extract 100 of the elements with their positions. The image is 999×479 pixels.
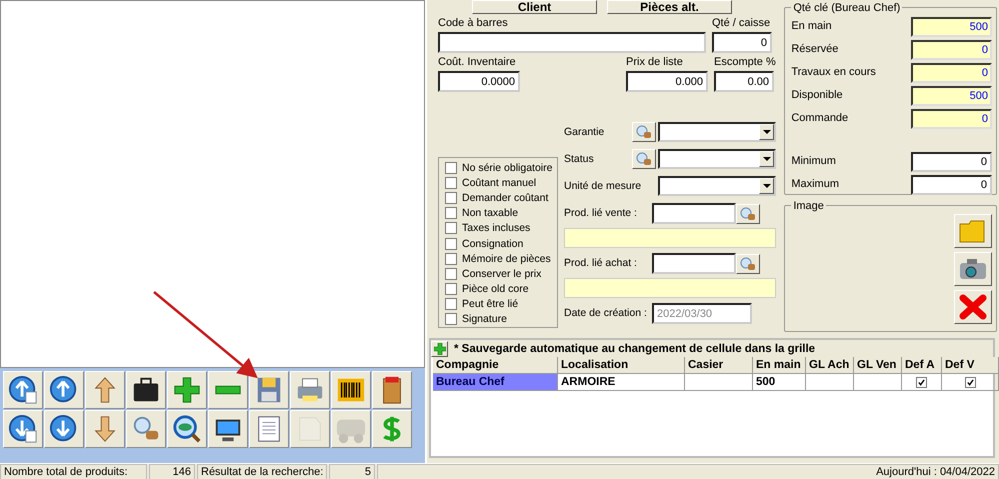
checkbox[interactable]: [445, 298, 457, 310]
dropdown[interactable]: [658, 122, 776, 142]
field-label: Travaux en cours: [791, 66, 876, 79]
table-cell: ARMOIRE: [558, 374, 685, 391]
toolbar-button[interactable]: [372, 371, 412, 409]
field-label: Prod. lié achat :: [564, 257, 638, 270]
magnifier-icon: [740, 256, 756, 270]
checkbox[interactable]: [445, 207, 457, 220]
checkbox[interactable]: [445, 238, 457, 250]
checkbox[interactable]: [445, 283, 457, 296]
checkbox-label: Peut être lié: [462, 298, 518, 310]
checkbox-label: No série obligatoire: [462, 162, 552, 174]
field-label: Minimum: [791, 155, 836, 168]
toolbar-button[interactable]: [167, 410, 207, 448]
toolbar-button[interactable]: [249, 410, 289, 448]
checkbox-label: Coûtant manuel: [462, 176, 536, 189]
lookup-button[interactable]: [632, 149, 656, 169]
discount-field[interactable]: 0.00: [714, 71, 774, 92]
price-field[interactable]: 0.000: [626, 71, 708, 92]
plus-icon: [434, 342, 446, 354]
cost-field[interactable]: 0.0000: [438, 71, 520, 92]
dropdown[interactable]: [658, 176, 776, 196]
checkbox[interactable]: [916, 376, 927, 388]
up-doc-icon: [8, 375, 38, 405]
quantity-field[interactable]: 0: [712, 32, 772, 53]
column-header[interactable]: Def A: [902, 357, 942, 374]
checkbox[interactable]: [445, 252, 457, 265]
toolbar-button[interactable]: [44, 371, 84, 409]
checkbox-label: Demander coûtant: [462, 192, 548, 204]
checkbox[interactable]: [445, 268, 457, 280]
checkbox-label: Non taxable: [462, 207, 518, 220]
field-label: Maximum: [791, 178, 839, 191]
checkbox[interactable]: [445, 192, 457, 204]
column-header[interactable]: Casier: [685, 357, 753, 374]
caret-icon: [759, 124, 774, 140]
delete-button[interactable]: [954, 290, 992, 324]
barcode-field[interactable]: [438, 32, 706, 53]
field-label: Status: [564, 152, 594, 166]
lookup-button[interactable]: [632, 122, 656, 142]
field-label: Disponible: [791, 89, 843, 102]
up-icon: [49, 375, 79, 405]
toolbar-button[interactable]: [331, 371, 371, 409]
field-label: Escompte %: [714, 56, 776, 69]
field-label: Code à barres: [438, 17, 509, 30]
status-label: Résultat de la recherche:: [197, 464, 327, 479]
column-header[interactable]: En main: [753, 357, 806, 374]
close-icon: [958, 293, 988, 321]
field-label: Prod. lié vente :: [564, 207, 638, 220]
column-header[interactable]: Compagnie: [433, 357, 558, 374]
status-value: 146: [149, 464, 195, 479]
quantity-value: 0: [911, 40, 992, 60]
checkbox-label: Conserver le prix: [462, 268, 542, 280]
caret-icon: [759, 151, 774, 167]
status-date: Aujourd'hui : 04/04/2022: [377, 464, 999, 479]
magnifier-icon: [740, 206, 756, 220]
status-value: 5: [329, 464, 375, 479]
product-field[interactable]: [652, 253, 736, 274]
field-label: Prix de liste: [626, 56, 684, 69]
toolbar-button[interactable]: [126, 371, 166, 409]
camera-icon: [958, 256, 988, 282]
column-header[interactable]: GL Ach: [806, 357, 854, 374]
column-header[interactable]: GL Ven: [854, 357, 902, 374]
checkbox-label: Pièce old core: [462, 283, 529, 296]
status-label: Nombre total de produits:: [0, 464, 147, 479]
eye-search-icon: [172, 414, 202, 444]
checkbox-label: Signature: [462, 313, 507, 326]
limit-field[interactable]: 0: [911, 174, 992, 194]
checkbox[interactable]: [964, 376, 976, 388]
checkbox[interactable]: [445, 313, 457, 326]
down-doc-icon: [8, 414, 38, 444]
checkbox[interactable]: [445, 162, 457, 174]
tab-button[interactable]: Pièces alt.: [607, 0, 732, 14]
checkbox-label: Consignation: [462, 238, 524, 250]
checkbox[interactable]: [445, 222, 457, 234]
product-field[interactable]: [652, 203, 736, 224]
lookup-button[interactable]: [736, 204, 760, 224]
limit-field[interactable]: 0: [911, 152, 992, 172]
toolbar-button[interactable]: [167, 371, 207, 409]
add-button[interactable]: [431, 340, 448, 356]
open-folder-button[interactable]: [954, 214, 992, 248]
plus-icon: [172, 375, 202, 405]
column-header[interactable]: Def V: [942, 357, 999, 374]
toolbar-button[interactable]: [208, 410, 248, 448]
tab-button[interactable]: Client: [472, 0, 597, 14]
toolbar-button[interactable]: [3, 410, 43, 448]
field-label: Réservée: [791, 43, 838, 56]
toolbar-button[interactable]: [3, 371, 43, 409]
toolbar-button[interactable]: [44, 410, 84, 448]
lookup-button[interactable]: [736, 254, 760, 274]
toolbar-button[interactable]: [208, 371, 248, 409]
quantity-value: 0: [911, 62, 992, 82]
field-label: Unité de mesure: [564, 180, 642, 192]
column-header[interactable]: Localisation: [558, 357, 685, 374]
camera-button[interactable]: [954, 252, 992, 286]
checkbox[interactable]: [445, 176, 457, 189]
dropdown[interactable]: [658, 149, 776, 169]
field-label: Qté / caisse: [712, 17, 772, 30]
table-cell: [685, 374, 753, 391]
magnifier-icon: [636, 152, 652, 166]
checkbox-label: Mémoire de pièces: [462, 252, 551, 265]
